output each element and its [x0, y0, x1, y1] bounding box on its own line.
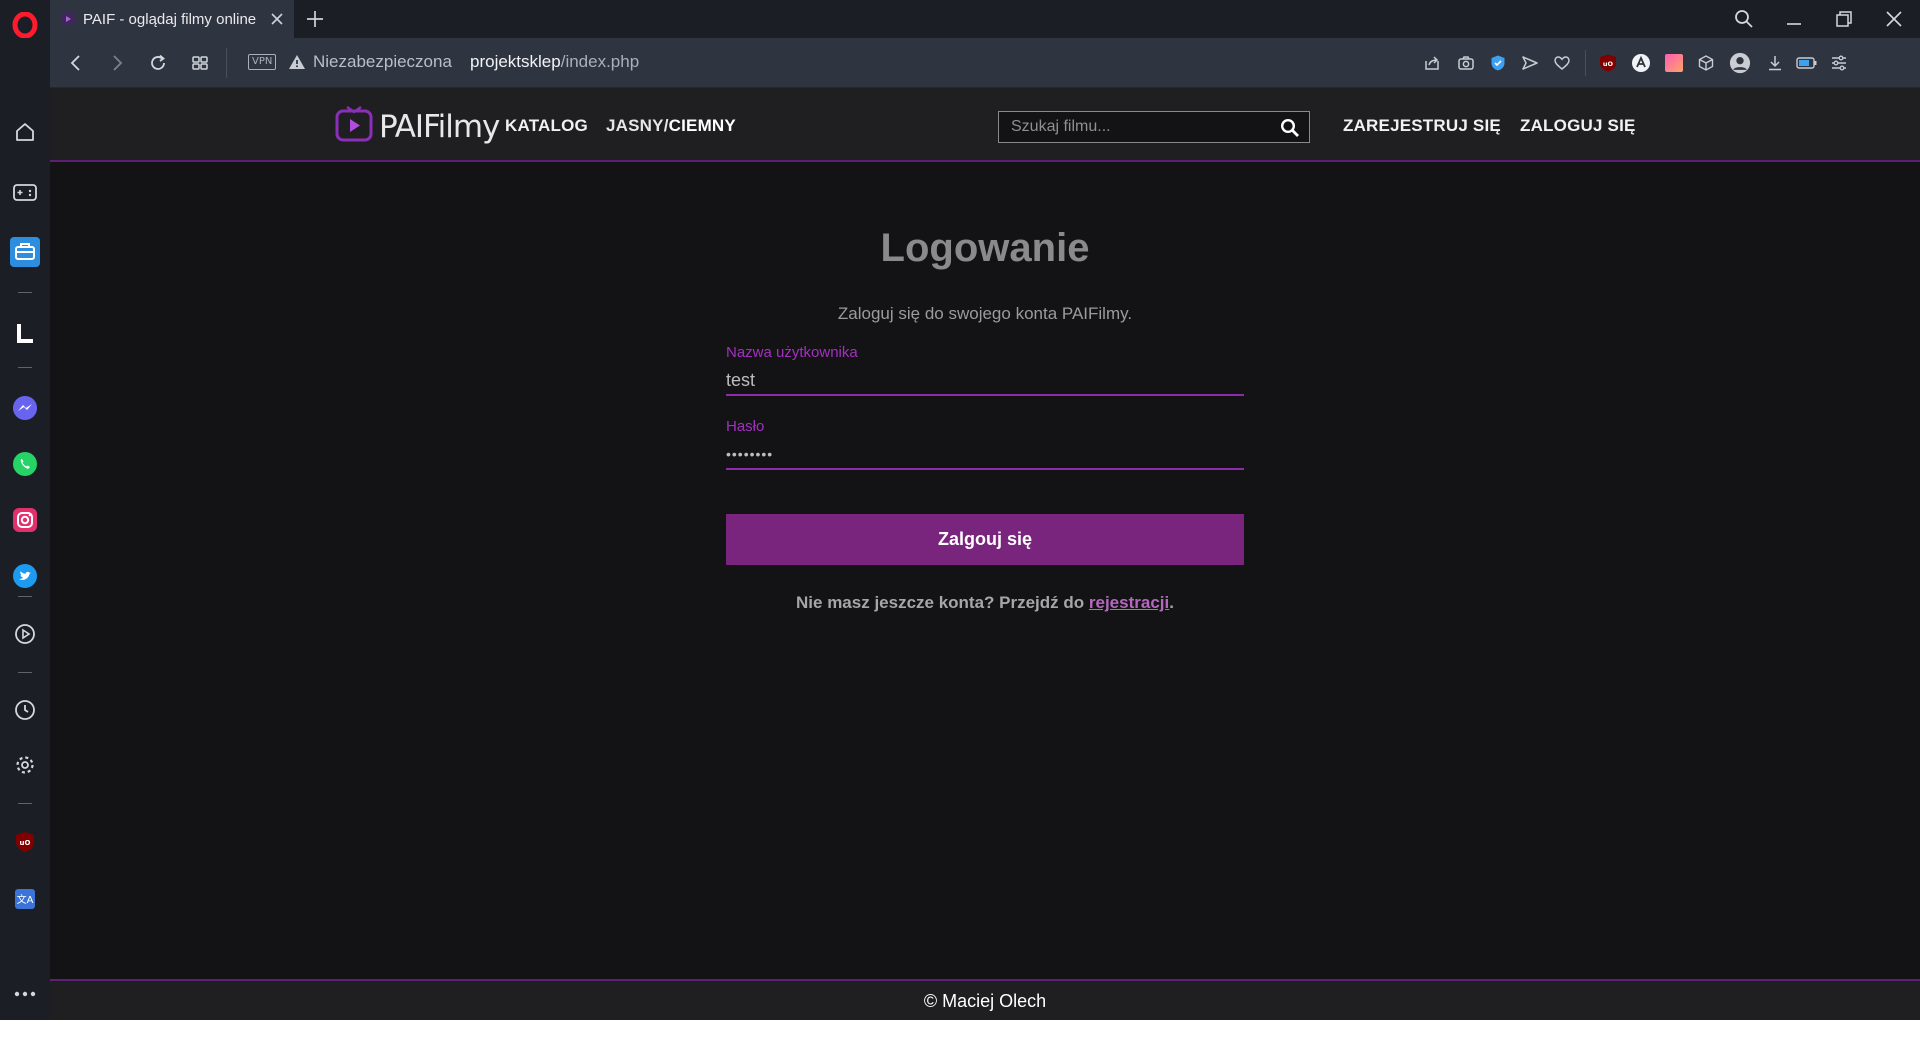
toolbar-divider: [226, 48, 227, 78]
theme-dark-option[interactable]: CIEMNY: [669, 116, 736, 135]
instagram-icon[interactable]: [8, 503, 42, 537]
warning-icon[interactable]: [288, 53, 306, 71]
browser-window: uO 文A PAIF - oglądaj filmy online VPN Ni…: [0, 0, 1920, 1045]
url-host: projektsklep: [470, 52, 561, 71]
workspace-l-icon[interactable]: [8, 316, 42, 350]
reload-icon[interactable]: [146, 51, 170, 75]
forward-icon[interactable]: [105, 51, 129, 75]
search-input[interactable]: [999, 112, 1269, 142]
send-flow-icon[interactable]: [1519, 52, 1541, 74]
restore-icon[interactable]: [1832, 7, 1856, 31]
register-prompt-text: Nie masz jeszcze konta? Przejdź do: [796, 593, 1089, 612]
player-icon[interactable]: [8, 617, 42, 651]
nav-catalog-link[interactable]: KATALOG: [505, 116, 588, 136]
workspace-icon[interactable]: [8, 235, 42, 269]
password-input[interactable]: [726, 440, 1244, 470]
login-submit-button[interactable]: Zalgouj się: [726, 514, 1244, 565]
back-icon[interactable]: [64, 51, 88, 75]
url-path: /index.php: [560, 52, 640, 71]
adblock-shield-icon[interactable]: [1487, 52, 1509, 74]
security-status[interactable]: Niezabezpieczona: [313, 52, 452, 72]
tab-close-icon[interactable]: [268, 10, 286, 28]
footer-copyright: © Maciej Olech: [923, 991, 1047, 1011]
translate-icon[interactable]: 文A: [8, 882, 42, 916]
tab-favicon-icon: [61, 12, 75, 26]
tab-title: PAIF - oglądaj filmy online: [83, 10, 257, 28]
sidebar-divider: [18, 367, 32, 368]
nav-register-link[interactable]: ZAREJESTRUJ SIĘ: [1343, 116, 1501, 136]
history-icon[interactable]: [8, 693, 42, 727]
theme-toggle[interactable]: JASNY/CIEMNY: [606, 116, 736, 136]
battery-saver-icon[interactable]: [1796, 52, 1818, 74]
vpn-extension-icon[interactable]: [1630, 52, 1652, 74]
color-extension-icon[interactable]: [1663, 52, 1685, 74]
web-page: PAIFilmy KATALOG JASNY/CIEMNY ZAREJESTRU…: [50, 88, 1920, 1020]
search-icon[interactable]: [1279, 117, 1301, 139]
twitter-icon[interactable]: [8, 559, 42, 593]
login-subtitle: Zaloguj się do swojego konta PAIFilmy.: [837, 304, 1133, 323]
tab-strip: PAIF - oglądaj filmy online: [50, 0, 1920, 38]
svg-text:uO: uO: [1603, 60, 1614, 68]
tab-overview-icon[interactable]: [188, 51, 212, 75]
toolbar-divider: [1585, 50, 1586, 76]
register-prompt-suffix: .: [1169, 593, 1174, 612]
sidebar-divider: [18, 292, 32, 293]
register-link[interactable]: rejestracji: [1089, 593, 1169, 612]
close-window-icon[interactable]: [1882, 7, 1906, 31]
site-logo[interactable]: PAIFilmy: [335, 105, 500, 147]
vpn-badge[interactable]: VPN: [248, 54, 277, 70]
settings-gear-icon[interactable]: [8, 748, 42, 782]
bookmark-heart-icon[interactable]: [1551, 52, 1573, 74]
ublock-icon[interactable]: uO: [8, 825, 42, 859]
site-footer: © Maciej Olech: [50, 979, 1920, 1020]
profile-avatar-icon[interactable]: [1729, 52, 1751, 74]
whatsapp-icon[interactable]: [8, 447, 42, 481]
download-icon[interactable]: [1764, 52, 1786, 74]
browser-tab[interactable]: PAIF - oglądaj filmy online: [50, 0, 294, 38]
search-tabs-icon[interactable]: [1732, 7, 1756, 31]
messenger-icon[interactable]: [8, 391, 42, 425]
home-icon[interactable]: [8, 115, 42, 149]
logo-text: PAIFilmy: [379, 108, 500, 145]
opera-logo-icon[interactable]: [8, 8, 42, 42]
username-label: Nazwa użytkownika: [726, 344, 858, 361]
sidebar-divider: [18, 803, 32, 804]
svg-text:uO: uO: [20, 839, 31, 847]
ublock-extension-icon[interactable]: uO: [1597, 52, 1619, 74]
theme-light-option[interactable]: JASNY: [606, 116, 664, 135]
browser-sidebar: uO 文A: [0, 0, 50, 1020]
address-bar-row: VPN Niezabezpieczona projektsklep/index.…: [50, 38, 1920, 88]
snapshot-camera-icon[interactable]: [1455, 52, 1477, 74]
login-title: Logowanie: [880, 226, 1090, 270]
more-icon[interactable]: [8, 977, 42, 1011]
site-header: PAIFilmy KATALOG JASNY/CIEMNY ZAREJESTRU…: [50, 88, 1920, 162]
easy-setup-icon[interactable]: [1828, 52, 1850, 74]
play-logo-icon: [335, 105, 373, 147]
nav-login-link[interactable]: ZALOGUJ SIĘ: [1520, 116, 1636, 136]
search-box: [998, 111, 1310, 143]
new-tab-icon[interactable]: [304, 8, 326, 30]
minimize-icon[interactable]: [1782, 7, 1806, 31]
password-label: Hasło: [726, 418, 765, 435]
username-input[interactable]: [726, 366, 1244, 396]
register-prompt: Nie masz jeszcze konta? Przejdź do rejes…: [50, 593, 1920, 613]
share-icon[interactable]: [1421, 52, 1443, 74]
extensions-cube-icon[interactable]: [1695, 52, 1717, 74]
sidebar-divider: [18, 672, 32, 673]
gx-controller-icon[interactable]: [8, 175, 42, 209]
sidebar-divider: [18, 596, 32, 597]
svg-text:文A: 文A: [17, 893, 34, 906]
url-field[interactable]: projektsklep/index.php: [470, 52, 639, 72]
